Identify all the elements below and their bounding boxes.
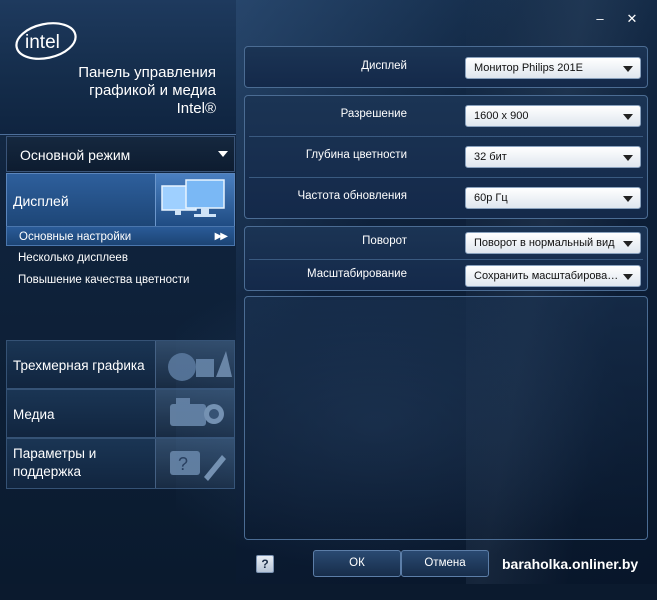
- scaling-label: Масштабирование: [307, 268, 407, 280]
- resolution-select[interactable]: 1600 x 900: [465, 105, 641, 127]
- rotation-panel: Поворот Поворот в нормальный вид Масштаб…: [244, 226, 648, 291]
- mode-label: Основной режим: [20, 147, 131, 163]
- logo-text: intel: [25, 32, 60, 53]
- resolution-value: 1600 x 900: [474, 110, 529, 122]
- sub-item-label: Несколько дисплеев: [18, 252, 128, 264]
- sub-item-label: Основные настройки: [19, 231, 132, 243]
- refresh-rate-label: Частота обновления: [297, 190, 407, 202]
- chevron-down-icon: [623, 241, 633, 247]
- chevron-down-icon: [218, 151, 228, 157]
- scaling-row: Масштабирование Сохранить масштабирован.…: [245, 256, 647, 296]
- display-value: Монитор Philips 201E: [474, 62, 583, 74]
- double-arrow-icon: ▶▶: [214, 231, 228, 242]
- help-button[interactable]: ?: [256, 555, 274, 573]
- ok-button[interactable]: ОК: [313, 550, 401, 577]
- display-select[interactable]: Монитор Philips 201E: [465, 57, 641, 79]
- watermark-text: baraholka.onliner.by: [502, 556, 639, 572]
- nav-item-display[interactable]: Дисплей: [6, 173, 235, 227]
- monitors-icon: [155, 174, 234, 226]
- sub-item-label: Повышение качества цветности: [18, 274, 190, 286]
- title-line3: Intel®: [176, 100, 216, 117]
- nav-display-label: Дисплей: [13, 193, 69, 209]
- mode-dropdown[interactable]: Основной режим: [6, 136, 235, 172]
- scaling-select[interactable]: Сохранить масштабирован...: [465, 265, 641, 287]
- resolution-panel: Разрешение 1600 x 900 Глубина цветности …: [244, 95, 648, 219]
- minimize-button[interactable]: –: [585, 10, 615, 28]
- cancel-button[interactable]: Отмена: [401, 550, 489, 577]
- window-controls: – ✕: [579, 10, 651, 30]
- nav-media-label: Медиа: [13, 407, 55, 422]
- content-panel: [244, 296, 648, 540]
- app-title: Панель управления графикой и медиа Intel…: [78, 64, 216, 118]
- resolution-row: Разрешение 1600 x 900: [245, 96, 647, 136]
- display-label: Дисплей: [361, 60, 407, 72]
- scaling-value: Сохранить масштабирован...: [474, 270, 622, 282]
- sub-item-basic-settings[interactable]: Основные настройки ▶▶: [6, 226, 235, 246]
- title-line2: графикой и медиа: [89, 82, 216, 99]
- color-depth-row: Глубина цветности 32 бит: [245, 137, 647, 177]
- nav-3d-label: Трехмерная графика: [13, 358, 145, 373]
- intel-logo: intel: [14, 20, 78, 62]
- refresh-rate-row: Частота обновления 60p Гц: [245, 178, 647, 218]
- footer-bar: ? ОК Отмена baraholka.onliner.by: [236, 545, 657, 584]
- sub-item-multiple-displays[interactable]: Несколько дисплеев: [6, 248, 235, 268]
- rotation-value: Поворот в нормальный вид: [474, 237, 615, 249]
- app-header: intel Панель управления графикой и медиа…: [0, 0, 236, 135]
- color-depth-value: 32 бит: [474, 151, 507, 163]
- rotation-label: Поворот: [362, 235, 407, 247]
- color-depth-label: Глубина цветности: [305, 149, 407, 161]
- title-line1: Панель управления: [78, 64, 216, 81]
- sub-item-color-enhancement[interactable]: Повышение качества цветности: [6, 270, 235, 290]
- nav-options-line1: Параметры и: [13, 446, 97, 461]
- rotation-select[interactable]: Поворот в нормальный вид: [465, 232, 641, 254]
- nav-options-label: Параметры и поддержка: [13, 445, 96, 481]
- resolution-label: Разрешение: [340, 108, 407, 120]
- close-button[interactable]: ✕: [617, 10, 647, 28]
- chevron-down-icon: [623, 114, 633, 120]
- refresh-rate-value: 60p Гц: [474, 192, 508, 204]
- chevron-down-icon: [623, 196, 633, 202]
- nav-options-line2: поддержка: [13, 464, 82, 479]
- chevron-down-icon: [623, 66, 633, 72]
- chevron-down-icon: [623, 155, 633, 161]
- refresh-rate-select[interactable]: 60p Гц: [465, 187, 641, 209]
- chevron-down-icon: [623, 274, 633, 280]
- display-panel: Дисплей Монитор Philips 201E: [244, 46, 648, 88]
- display-row: Дисплей Монитор Philips 201E: [245, 48, 647, 88]
- color-depth-select[interactable]: 32 бит: [465, 146, 641, 168]
